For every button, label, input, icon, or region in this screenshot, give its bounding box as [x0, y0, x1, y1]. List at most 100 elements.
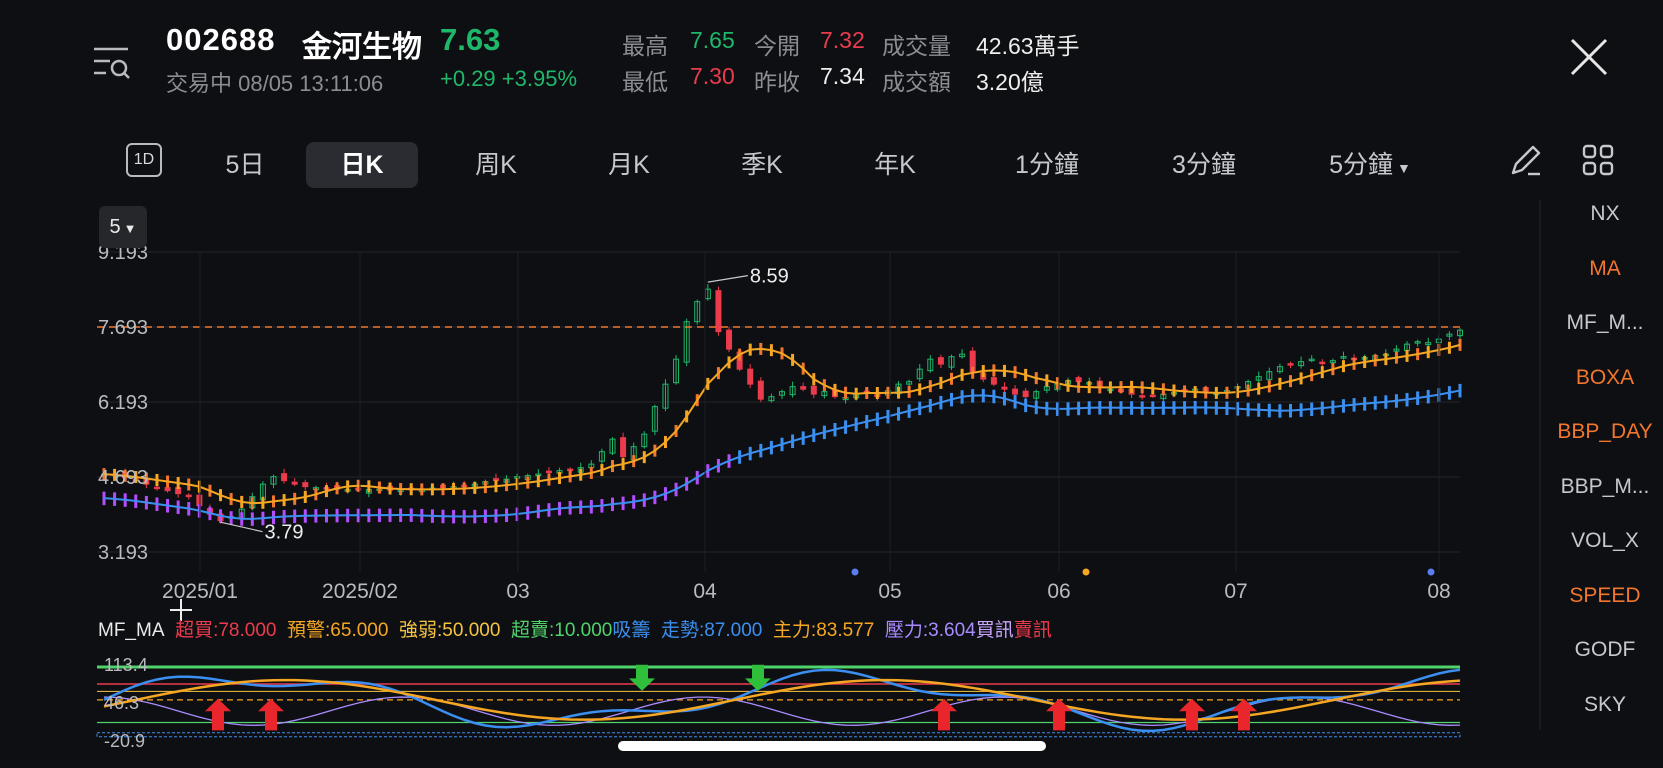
candle-body — [747, 368, 754, 385]
candle-body — [281, 473, 288, 482]
candle-body — [153, 486, 160, 490]
indicator-nx[interactable]: NX — [1550, 202, 1660, 226]
candle-body — [196, 494, 203, 507]
candle-body — [1149, 394, 1156, 398]
volume-label: 成交量 — [882, 33, 951, 59]
candle-body — [1012, 388, 1019, 395]
high-value: 7.65 — [690, 27, 735, 53]
open-value: 7.32 — [820, 27, 865, 53]
date-tick-label: 07 — [1224, 580, 1247, 603]
absorb-label: 吸籌 — [612, 620, 651, 641]
indicator-ma[interactable]: MA — [1550, 257, 1660, 281]
tab-3-minute[interactable]: 3分鐘 — [1150, 142, 1258, 188]
oversold-value: 超賣:10.000 — [510, 620, 613, 641]
sell-signal-label: 賣訊 — [1013, 620, 1052, 641]
ma-period-select[interactable]: 5 ▼ — [99, 206, 147, 248]
event-marker — [1427, 568, 1435, 576]
tab-month-k[interactable]: 月K — [591, 142, 667, 188]
kline-chart[interactable]: 9.1937.6936.1934.6933.1932025/01 2025/02 0… — [0, 200, 1663, 768]
pencil-icon[interactable] — [1508, 142, 1544, 178]
trend-value: 走勢:87.000 — [660, 620, 763, 641]
tab-1-minute[interactable]: 1分鐘 — [996, 142, 1098, 188]
event-marker — [1082, 568, 1090, 576]
date-tick-label: 08 — [1427, 580, 1450, 603]
mf-axis-label: 113.4 — [104, 655, 148, 675]
buy-signal-label: 買訊 — [975, 620, 1014, 641]
warning-value: 預警:65.000 — [287, 620, 389, 641]
open-label: 今開 — [754, 33, 800, 59]
low-label: 最低 — [622, 69, 668, 95]
grid-icon[interactable] — [1580, 142, 1616, 178]
candle-body — [810, 385, 817, 395]
candle-body — [620, 437, 627, 458]
price-axis-label: 4.693 — [98, 467, 148, 489]
date-tick-label: 06 — [1047, 580, 1070, 603]
tab-quarter-k[interactable]: 季K — [724, 142, 800, 188]
pressure-value: 壓力:3.604 — [884, 620, 976, 641]
ma-fast-line — [103, 343, 1461, 505]
candle-body — [1001, 386, 1008, 390]
stock-code: 002688 — [166, 22, 276, 57]
date-tick-label: 05 — [878, 580, 901, 603]
indicator-godf[interactable]: GODF — [1550, 638, 1660, 662]
mf-ma-legend: MF_MA 超買:78.000 預警:65.000 強弱:50.000 超賣:1… — [98, 615, 1052, 642]
stock-price: 7.63 — [440, 22, 501, 57]
mf-ma-name[interactable]: MF_MA — [98, 620, 165, 641]
event-marker — [851, 568, 859, 576]
tab-year-k[interactable]: 年K — [857, 142, 933, 188]
date-tick-label: 2025/02 — [322, 580, 398, 603]
tab-5-minute[interactable]: 5分鐘 ▼ — [1312, 142, 1428, 188]
tab-5-minute-label: 5分鐘 — [1329, 151, 1394, 179]
candle-body — [1287, 363, 1294, 366]
candle-body — [1022, 390, 1029, 398]
date-tick-label: 2025/01 — [162, 580, 238, 603]
prev-close-label: 昨收 — [754, 69, 800, 95]
candle-body — [937, 357, 944, 365]
amount-value: 3.20億 — [976, 69, 1044, 95]
indicator-sky[interactable]: SKY — [1550, 693, 1660, 717]
candle-body — [990, 377, 997, 385]
tab-day-k[interactable]: 日K — [306, 142, 418, 188]
indicator-vol-x[interactable]: VOL_X — [1550, 529, 1660, 553]
volume-value: 42.63萬手 — [976, 33, 1080, 59]
date-tick-label: 04 — [693, 580, 717, 603]
candle-body — [1139, 395, 1146, 398]
candle-body — [302, 482, 309, 488]
sell-signal-arrow — [629, 664, 655, 691]
caret-down-icon: ▼ — [1397, 160, 1411, 176]
mf-axis-label: -20.9 — [104, 731, 145, 751]
price-axis-label: 6.193 — [98, 392, 148, 414]
high-annotation-leader — [707, 275, 748, 283]
candle-body — [291, 481, 298, 485]
candle-body — [545, 470, 552, 474]
main-force-value: 主力:83.577 — [772, 620, 875, 641]
buy-signal-arrow — [205, 698, 231, 731]
overbought-value: 超買:78.000 — [175, 620, 277, 641]
indicator-bbp-m[interactable]: BBP_M... — [1550, 475, 1660, 499]
low-annotation: 3.79 — [265, 522, 304, 544]
high-label: 最高 — [622, 33, 668, 59]
strength-value: 強弱:50.000 — [399, 620, 501, 641]
indicator-mf-m[interactable]: MF_M... — [1550, 311, 1660, 335]
candle-body — [757, 380, 764, 400]
search-list-icon[interactable] — [92, 44, 132, 84]
sell-signal-arrow — [745, 664, 771, 691]
stock-name: 金河生物 — [302, 31, 422, 64]
candle-body — [800, 386, 807, 390]
tab-1d[interactable]: 1D — [126, 143, 162, 177]
candle-body — [164, 487, 171, 492]
trading-status: 交易中 08/05 13:11:06 — [166, 71, 384, 96]
tab-week-k[interactable]: 周K — [458, 142, 534, 188]
indicator-boxa[interactable]: BOXA — [1550, 366, 1660, 390]
low-value: 7.30 — [690, 63, 735, 89]
tab-5-day[interactable]: 5日 — [210, 142, 280, 188]
home-indicator[interactable] — [618, 741, 1046, 751]
caret-down-icon: ▼ — [123, 221, 137, 236]
close-icon[interactable] — [1566, 34, 1612, 80]
ma-period-value: 5 — [109, 216, 121, 238]
indicator-speed[interactable]: SPEED — [1550, 584, 1660, 608]
mf-axis-label: 46.3 — [104, 693, 139, 713]
mf-bottom-band — [96, 732, 1461, 738]
indicator-bbp-day[interactable]: BBP_DAY — [1550, 420, 1660, 444]
ma-slow-line — [103, 389, 1461, 520]
